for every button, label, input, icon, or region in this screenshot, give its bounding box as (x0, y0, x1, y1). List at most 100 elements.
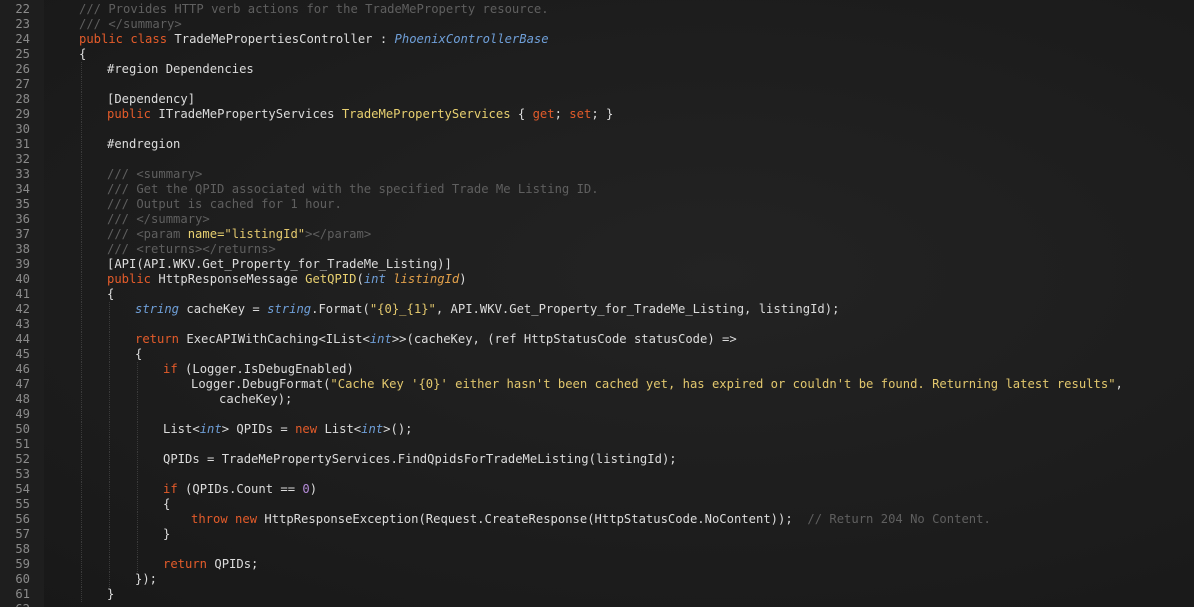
code-line[interactable]: 43 (0, 317, 1194, 332)
code-line[interactable]: 46 if (Logger.IsDebugEnabled) (0, 362, 1194, 377)
line-number: 41 (15, 287, 30, 301)
line-number: 58 (15, 542, 30, 556)
indent-guide (109, 362, 110, 377)
token-plain: cacheKey); (219, 392, 293, 406)
code-line[interactable]: 53 (0, 467, 1194, 482)
line-text: public HttpResponseMessage GetQPID(int l… (107, 272, 467, 287)
indent-guide (81, 212, 82, 227)
code-line[interactable]: 62 (0, 602, 1194, 607)
token-keyword: public class (79, 32, 175, 46)
token-inherit: PhoenixControllerBase (394, 32, 549, 46)
indent-guide (81, 77, 82, 92)
line-text: Logger.DebugFormat("Cache Key '{0}' eith… (191, 377, 1123, 392)
token-plain: ; } (591, 107, 614, 121)
indent-guide (81, 182, 82, 197)
code-line[interactable]: 22 /// Provides HTTP verb actions for the… (0, 2, 1194, 17)
code-line[interactable]: 32 (0, 152, 1194, 167)
line-text: /// Provides HTTP verb actions for the T… (79, 2, 549, 17)
token-plain: { (135, 347, 143, 361)
code-line[interactable]: 51 (0, 437, 1194, 452)
code-line[interactable]: 57} (0, 527, 1194, 542)
code-line[interactable]: 30 (0, 122, 1194, 137)
token-plain: TradeMePropertiesController : (174, 32, 395, 46)
token-plain: { (79, 47, 87, 61)
indent-guide (81, 62, 82, 77)
code-line[interactable]: 28 [Dependency] (0, 92, 1194, 107)
code-line[interactable]: 55 { (0, 497, 1194, 512)
line-number: 44 (15, 332, 30, 346)
token-type: string (267, 302, 312, 316)
code-line[interactable]: 23 /// </summary> (0, 17, 1194, 32)
line-text: throw new HttpResponseException(Request.… (191, 512, 991, 527)
code-line[interactable]: 49 (0, 407, 1194, 422)
token-plain: [API(API.WKV.Get_Property_for_TradeMe_Li… (107, 257, 452, 271)
code-line[interactable]: 61} (0, 587, 1194, 602)
token-plain: >>(cacheKey, (ref HttpStatusCode statusC… (391, 332, 737, 346)
line-number: 26 (15, 62, 30, 76)
code-line[interactable]: 54 if (QPIDs.Count == 0) (0, 482, 1194, 497)
code-line[interactable]: 31 #endregion (0, 137, 1194, 152)
code-line[interactable]: 35 /// Output is cached for 1 hour. (0, 197, 1194, 212)
indent-guide (137, 407, 138, 422)
token-method: GetQPID (305, 272, 357, 286)
code-line[interactable]: 41 { (0, 287, 1194, 302)
code-line[interactable]: 26 #region Dependencies (0, 62, 1194, 77)
line-number: 61 (15, 587, 30, 601)
code-line[interactable]: 39 [API(API.WKV.Get_Property_for_TradeMe_… (0, 257, 1194, 272)
line-number: 55 (15, 497, 30, 511)
code-line[interactable]: 48 cacheKey); (0, 392, 1194, 407)
token-type: int (361, 422, 384, 436)
token-plain: >(); (383, 422, 413, 436)
token-string: "listingId" (224, 227, 306, 241)
code-line[interactable]: 29 public ITradeMePropertyServices TradeM… (0, 107, 1194, 122)
token-keyword: public (107, 272, 159, 286)
indent-guide (109, 572, 110, 587)
code-line[interactable]: 45 { (0, 347, 1194, 362)
indent-guide (81, 152, 82, 167)
code-line[interactable]: 59 return QPIDs; (0, 557, 1194, 572)
indent-guide (81, 137, 82, 152)
code-line[interactable]: 47 Logger.DebugFormat("Cache Key '{0}' ei… (0, 377, 1194, 392)
line-number: 47 (15, 377, 30, 391)
code-line[interactable]: 36 /// </summary> (0, 212, 1194, 227)
indent-guide (81, 362, 82, 377)
code-area[interactable]: 22 /// Provides HTTP verb actions for the… (0, 2, 1194, 607)
code-line[interactable]: 60}); (0, 572, 1194, 587)
code-line[interactable]: 33 /// <summary> (0, 167, 1194, 182)
line-number: 29 (15, 107, 30, 121)
token-keyword: public (107, 107, 159, 121)
line-text: /// Output is cached for 1 hour. (107, 197, 342, 212)
token-plain: (Logger.IsDebugEnabled) (185, 362, 354, 376)
line-number: 39 (15, 257, 30, 271)
code-line[interactable]: 27 (0, 77, 1194, 92)
code-line[interactable]: 37 /// <param name="listingId"></param> (0, 227, 1194, 242)
token-plain: List< (324, 422, 362, 436)
line-number: 54 (15, 482, 30, 496)
code-line[interactable]: 38 /// <returns></returns> (0, 242, 1194, 257)
line-number: 30 (15, 122, 30, 136)
line-text: { (135, 347, 142, 362)
code-editor[interactable]: 22 /// Provides HTTP verb actions for the… (0, 0, 1194, 607)
indent-guide (109, 482, 110, 497)
code-line[interactable]: 40 public HttpResponseMessage GetQPID(int… (0, 272, 1194, 287)
line-number: 25 (15, 47, 30, 61)
indent-guide (81, 167, 82, 182)
indent-guide (137, 422, 138, 437)
code-line[interactable]: 52 QPIDs = TradeMePropertyServices.FindQp… (0, 452, 1194, 467)
code-line[interactable]: 50 List<int> QPIDs = new List<int>(); (0, 422, 1194, 437)
indent-guide (81, 407, 82, 422)
code-line[interactable]: 25 { (0, 47, 1194, 62)
token-plain: ( (356, 272, 364, 286)
code-line[interactable]: 24 public class TradeMePropertiesControll… (0, 32, 1194, 47)
code-line[interactable]: 34 /// Get the QPID associated with the s… (0, 182, 1194, 197)
code-line[interactable]: 44 return ExecAPIWithCaching<IList<int>>(… (0, 332, 1194, 347)
indent-guide (109, 437, 110, 452)
line-text: public class TradeMePropertiesController… (79, 32, 549, 47)
indent-guide (109, 512, 110, 527)
code-line[interactable]: 42 string cacheKey = string.Format("{0}_{… (0, 302, 1194, 317)
code-line[interactable]: 58 (0, 542, 1194, 557)
indent-guide (81, 122, 82, 137)
line-text: if (Logger.IsDebugEnabled) (163, 362, 354, 377)
code-line[interactable]: 56 throw new HttpResponseException(Reques… (0, 512, 1194, 527)
indent-guide (81, 437, 82, 452)
